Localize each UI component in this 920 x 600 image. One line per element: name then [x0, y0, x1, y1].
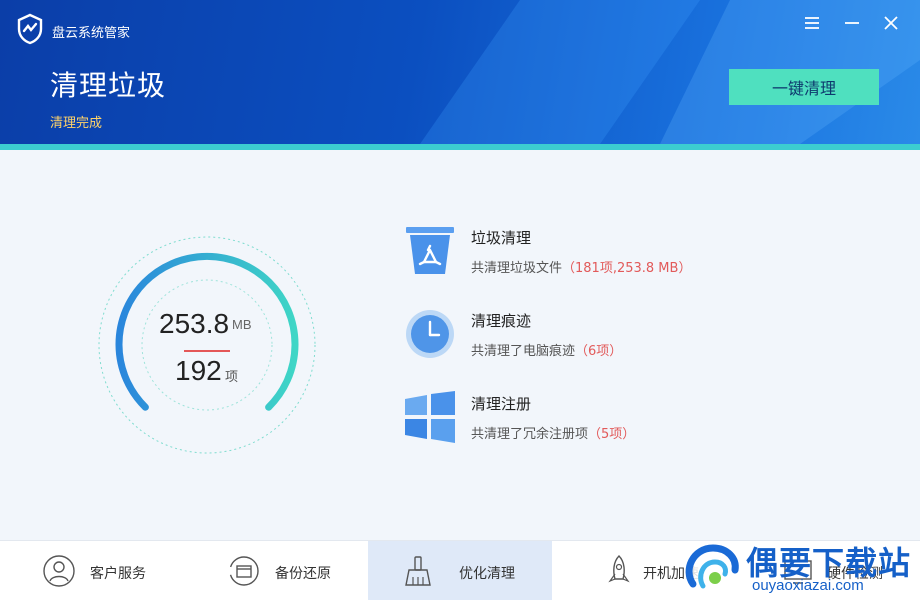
registry-clean-detail: （5项） [588, 427, 636, 442]
traces-clean-desc-text: 共清理了电脑痕迹 [471, 344, 576, 359]
backup-icon [229, 556, 259, 586]
recycle-bin-icon [406, 227, 454, 274]
traces-clean-desc: 共清理了电脑痕迹（6项） [471, 340, 622, 359]
app-title: 盘云系统管家 [52, 26, 131, 41]
gauge-separator [184, 350, 230, 352]
windows-icon [405, 391, 455, 443]
close-button[interactable] [880, 12, 902, 34]
shield-logo-icon [17, 13, 43, 45]
clock-icon [406, 310, 454, 358]
one-click-clean-button[interactable]: 一键清理 [729, 69, 879, 105]
broom-icon [405, 556, 431, 586]
registry-clean-desc: 共清理了冗余注册项（5项） [471, 423, 635, 442]
junk-clean-title: 垃圾清理 [471, 229, 532, 247]
traces-clean-title: 清理痕迹 [471, 312, 532, 330]
page-title: 清理垃圾 [50, 69, 167, 102]
nav-label: 优化清理 [459, 566, 515, 582]
status-text: 清理完成 [50, 116, 103, 131]
junk-clean-detail: （181项,253.8 MB） [562, 261, 692, 276]
nav-customer-service[interactable]: 客户服务 [0, 541, 184, 600]
close-icon [884, 16, 898, 30]
watermark-url: ouyaoxiazai.com [752, 577, 864, 594]
minimize-icon [845, 22, 859, 24]
cleaned-size-unit: MB [232, 317, 252, 332]
rocket-icon [608, 555, 630, 583]
cleaned-count-value: 192 [175, 355, 222, 386]
nav-label: 客户服务 [90, 566, 146, 582]
cleaned-size-value: 253.8 [159, 308, 230, 339]
cleaned-count-unit: 项 [225, 369, 239, 384]
result-gauge [98, 236, 316, 454]
registry-clean-title: 清理注册 [471, 395, 532, 413]
minimize-button[interactable] [841, 12, 863, 34]
junk-clean-desc: 共清理垃圾文件（181项,253.8 MB） [471, 257, 691, 276]
nav-backup-restore[interactable]: 备份还原 [184, 541, 368, 600]
nav-label: 备份还原 [275, 566, 331, 582]
junk-clean-desc-text: 共清理垃圾文件 [471, 261, 563, 276]
menu-icon [805, 17, 819, 29]
registry-clean-desc-text: 共清理了冗余注册项 [471, 427, 589, 442]
user-icon [43, 555, 75, 587]
header-accent-line [0, 144, 920, 150]
header-banner: 盘云系统管家 清理垃圾 清理完成 一键清理 [0, 0, 920, 144]
nav-optimize-clean[interactable]: 优化清理 [368, 541, 552, 600]
watermark-logo-icon [684, 543, 739, 597]
traces-clean-detail: （6项） [575, 344, 623, 359]
menu-button[interactable] [801, 12, 823, 34]
